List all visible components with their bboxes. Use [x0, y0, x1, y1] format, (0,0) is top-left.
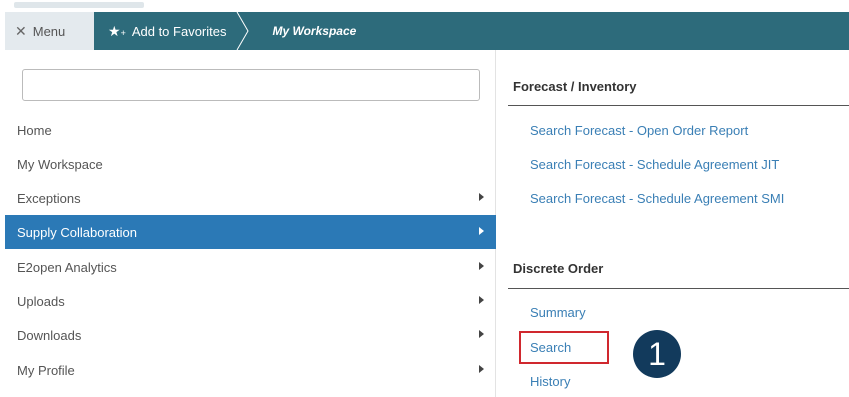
- link-search-forecast-open-order[interactable]: Search Forecast - Open Order Report: [530, 123, 748, 138]
- add-to-favorites-label: Add to Favorites: [131, 23, 227, 39]
- chevron-right-icon: [479, 193, 484, 201]
- section-title-forecast-inventory: Forecast / Inventory: [513, 79, 637, 94]
- menu-button[interactable]: ✕ Menu: [5, 12, 94, 50]
- nav-item-my-workspace[interactable]: My Workspace: [5, 147, 496, 181]
- menu-button-label: Menu: [32, 23, 66, 39]
- section-title-discrete-order: Discrete Order: [513, 261, 604, 276]
- nav-item-label: Uploads: [17, 293, 65, 309]
- nav-item-supply-collaboration[interactable]: Supply Collaboration: [5, 215, 496, 249]
- nav-item-label: Downloads: [17, 327, 82, 343]
- nav-item-e2open-analytics[interactable]: E2open Analytics: [5, 250, 496, 284]
- search-input[interactable]: [22, 69, 480, 101]
- breadcrumb-separator-icon: [236, 12, 250, 50]
- link-search-forecast-jit[interactable]: Search Forecast - Schedule Agreement JIT: [530, 157, 779, 172]
- star-plus-icon: ★+: [108, 22, 126, 39]
- section-divider: [508, 105, 849, 106]
- nav-item-downloads[interactable]: Downloads: [5, 318, 496, 352]
- nav-item-label: My Profile: [17, 362, 75, 378]
- nav-item-home[interactable]: Home: [5, 113, 496, 147]
- nav-item-label: Exceptions: [17, 190, 81, 206]
- nav-item-label: Home: [17, 122, 52, 138]
- search-highlight-box: [519, 331, 609, 364]
- chevron-right-icon: [479, 296, 484, 304]
- navigation-panel: Home My Workspace Exceptions Supply Coll…: [5, 50, 496, 397]
- breadcrumb-current[interactable]: My Workspace: [250, 12, 356, 50]
- section-divider: [508, 288, 849, 289]
- nav-item-my-profile[interactable]: My Profile: [5, 353, 496, 387]
- chevron-right-icon: [479, 365, 484, 373]
- nav-item-uploads[interactable]: Uploads: [5, 284, 496, 318]
- step-number-badge: 1: [633, 330, 681, 378]
- top-strip: [0, 0, 849, 12]
- chevron-right-icon: [479, 227, 484, 235]
- chevron-right-icon: [479, 330, 484, 338]
- nav-item-exceptions[interactable]: Exceptions: [5, 181, 496, 215]
- nav-item-label: Supply Collaboration: [17, 224, 137, 240]
- chevron-right-icon: [479, 262, 484, 270]
- top-toolbar: ✕ Menu ★+ Add to Favorites My Workspace: [5, 12, 849, 50]
- nav-item-label: E2open Analytics: [17, 259, 117, 275]
- add-to-favorites-button[interactable]: ★+ Add to Favorites: [94, 12, 236, 50]
- nav-item-label: My Workspace: [17, 156, 103, 172]
- link-summary[interactable]: Summary: [530, 305, 586, 320]
- link-history[interactable]: History: [530, 374, 570, 389]
- close-icon: ✕: [15, 22, 27, 39]
- link-search-forecast-smi[interactable]: Search Forecast - Schedule Agreement SMI: [530, 191, 784, 206]
